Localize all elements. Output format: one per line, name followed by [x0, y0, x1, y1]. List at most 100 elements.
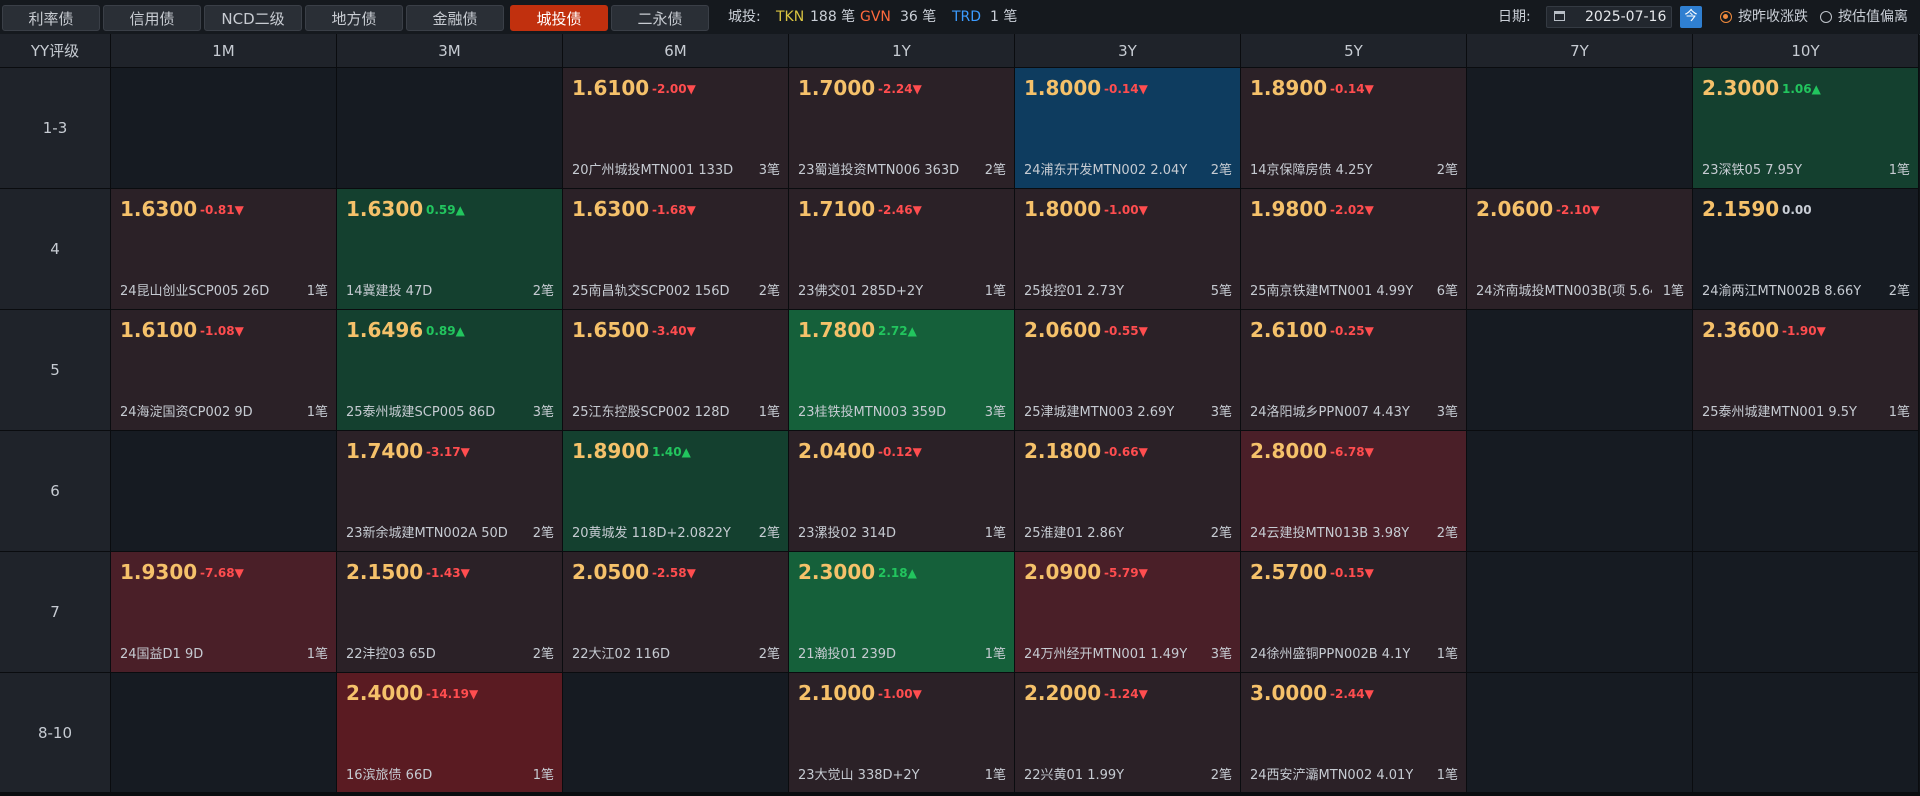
bond-name: 23深铁05 7.95Y	[1702, 163, 1803, 178]
bond-name: 21瀚投01 239D	[798, 647, 897, 662]
tab-3[interactable]: 地方债	[305, 5, 403, 31]
column-header[interactable]: 6M	[563, 34, 789, 68]
row-header: 7	[0, 552, 111, 673]
date-value: 2025-07-16	[1585, 9, 1667, 25]
quote-cell[interactable]: 1.6300 0.59▲ 14冀建投 47D 2笔	[337, 189, 563, 310]
quote-cell[interactable]: 1.7400 -3.17▼ 23新余城建MTN002A 50D 2笔	[337, 431, 563, 552]
column-header[interactable]: 5Y	[1241, 34, 1467, 68]
radio-prev-close-label[interactable]: 按昨收涨跌	[1738, 0, 1808, 34]
quote-cell[interactable]: 1.6100 -1.08▼ 24海淀国资CP002 9D 1笔	[111, 310, 337, 431]
empty-cell	[1467, 431, 1693, 552]
empty-cell	[1693, 431, 1919, 552]
column-header[interactable]: 1M	[111, 34, 337, 68]
trade-count: 3笔	[984, 405, 1006, 420]
quote-cell[interactable]: 1.6500 -3.40▼ 25江东控股SCP002 128D 1笔	[563, 310, 789, 431]
row-header: 6	[0, 431, 111, 552]
yield-value: 1.6100	[572, 76, 650, 100]
quote-cell[interactable]: 1.6300 -0.81▼ 24昆山创业SCP005 26D 1笔	[111, 189, 337, 310]
date-picker[interactable]: 2025-07-16	[1546, 6, 1672, 28]
quote-cell[interactable]: 2.6100 -0.25▼ 24洛阳城乡PPN007 4.43Y 3笔	[1241, 310, 1467, 431]
quote-cell[interactable]: 2.3000 1.06▲ 23深铁05 7.95Y 1笔	[1693, 68, 1919, 189]
tab-6[interactable]: 二永债	[611, 5, 709, 31]
trade-count: 1笔	[1436, 647, 1458, 662]
yield-value: 2.1800	[1024, 439, 1102, 463]
quote-cell[interactable]: 1.6496 0.89▲ 25泰州城建SCP005 86D 3笔	[337, 310, 563, 431]
quote-cell[interactable]: 2.0900 -5.79▼ 24万州经开MTN001 1.49Y 3笔	[1015, 552, 1241, 673]
quote-cell[interactable]: 2.4000 -14.19▼ 16滨旅债 66D 1笔	[337, 673, 563, 794]
filter-gvn-name[interactable]: GVN	[860, 0, 891, 34]
quote-cell[interactable]: 2.2000 -1.24▼ 22兴黄01 1.99Y 2笔	[1015, 673, 1241, 794]
trade-count: 2笔	[1210, 768, 1232, 783]
column-header[interactable]: 3Y	[1015, 34, 1241, 68]
filter-tkn-name[interactable]: TKN	[776, 0, 804, 34]
change-value: -2.58▼	[652, 566, 696, 580]
change-value: -0.25▼	[1330, 324, 1374, 338]
trade-count: 1笔	[306, 405, 328, 420]
quote-cell[interactable]: 2.0400 -0.12▼ 23漯投02 314D 1笔	[789, 431, 1015, 552]
quote-cell[interactable]: 2.5700 -0.15▼ 24徐州盛铜PPN002B 4.1Y 1笔	[1241, 552, 1467, 673]
trade-count: 2笔	[532, 284, 554, 299]
trade-count: 1笔	[1436, 768, 1458, 783]
quote-cell[interactable]: 2.0500 -2.58▼ 22大江02 116D 2笔	[563, 552, 789, 673]
quote-cell[interactable]: 2.1500 -1.43▼ 22沣控03 65D 2笔	[337, 552, 563, 673]
quote-cell[interactable]: 2.8000 -6.78▼ 24云建投MTN013B 3.98Y 2笔	[1241, 431, 1467, 552]
tab-1[interactable]: 信用债	[103, 5, 201, 31]
bond-name: 22沣控03 65D	[346, 647, 436, 662]
yield-value: 2.3000	[1702, 76, 1780, 100]
trade-count: 1笔	[1888, 163, 1910, 178]
quote-cell[interactable]: 1.7800 2.72▲ 23桂铁投MTN003 359D 3笔	[789, 310, 1015, 431]
change-value: -0.81▼	[200, 203, 244, 217]
radio-prev-close[interactable]	[1720, 11, 1732, 23]
yield-value: 1.7100	[798, 197, 876, 221]
quote-cell[interactable]: 1.8900 -0.14▼ 14京保障房债 4.25Y 2笔	[1241, 68, 1467, 189]
tab-5[interactable]: 城投债	[510, 5, 608, 31]
quote-cell[interactable]: 1.8900 1.40▲ 20黄城发 118D+2.0822Y 2笔	[563, 431, 789, 552]
yield-value: 1.6300	[346, 197, 424, 221]
filter-trd-name[interactable]: TRD	[952, 0, 981, 34]
change-value: 0.89▲	[426, 324, 465, 338]
quote-cell[interactable]: 3.0000 -2.44▼ 24西安浐灞MTN002 4.01Y 1笔	[1241, 673, 1467, 794]
quote-cell[interactable]: 1.6300 -1.68▼ 25南昌轨交SCP002 156D 2笔	[563, 189, 789, 310]
yield-value: 1.9300	[120, 560, 198, 584]
column-header[interactable]: 1Y	[789, 34, 1015, 68]
change-value: -1.24▼	[1104, 687, 1148, 701]
quote-cell[interactable]: 1.8000 -1.00▼ 25投控01 2.73Y 5笔	[1015, 189, 1241, 310]
tab-4[interactable]: 金融债	[406, 5, 504, 31]
quote-cell[interactable]: 2.0600 -0.55▼ 25津城建MTN003 2.69Y 3笔	[1015, 310, 1241, 431]
tab-0[interactable]: 利率债	[2, 5, 100, 31]
today-button[interactable]: 今	[1680, 6, 1702, 28]
quote-cell[interactable]: 1.9300 -7.68▼ 24国益D1 9D 1笔	[111, 552, 337, 673]
quote-cell[interactable]: 1.7000 -2.24▼ 23蜀道投资MTN006 363D 2笔	[789, 68, 1015, 189]
bond-name: 20广州城投MTN001 133D	[572, 163, 734, 178]
tab-2[interactable]: NCD二级	[204, 5, 302, 31]
radio-valuation-dev[interactable]	[1820, 11, 1832, 23]
column-header[interactable]: 7Y	[1467, 34, 1693, 68]
yield-value: 1.6300	[120, 197, 198, 221]
quote-cell[interactable]: 1.9800 -2.02▼ 25南京铁建MTN001 4.99Y 6笔	[1241, 189, 1467, 310]
quote-cell[interactable]: 2.3000 2.18▲ 21瀚投01 239D 1笔	[789, 552, 1015, 673]
trade-count: 1笔	[984, 768, 1006, 783]
trade-count: 5笔	[1210, 284, 1232, 299]
radio-valuation-dev-label[interactable]: 按估值偏离	[1838, 0, 1908, 34]
quote-cell[interactable]: 1.7100 -2.46▼ 23佛交01 285D+2Y 1笔	[789, 189, 1015, 310]
change-value: -0.14▼	[1104, 82, 1148, 96]
quote-cell[interactable]: 1.8000 -0.14▼ 24浦东开发MTN002 2.04Y 2笔	[1015, 68, 1241, 189]
quote-cell[interactable]: 1.6100 -2.00▼ 20广州城投MTN001 133D 3笔	[563, 68, 789, 189]
trade-count: 1笔	[1888, 405, 1910, 420]
bond-name: 22兴黄01 1.99Y	[1024, 768, 1125, 783]
change-value: -1.68▼	[652, 203, 696, 217]
trade-count: 2笔	[758, 526, 780, 541]
quote-cell[interactable]: 2.1800 -0.66▼ 25淮建01 2.86Y 2笔	[1015, 431, 1241, 552]
trade-count: 1笔	[984, 647, 1006, 662]
bond-name: 14冀建投 47D	[346, 284, 433, 299]
quote-cell[interactable]: 2.1000 -1.00▼ 23大觉山 338D+2Y 1笔	[789, 673, 1015, 794]
trade-count: 2笔	[1888, 284, 1910, 299]
quote-cell[interactable]: 2.1590 0.00 24渝两江MTN002B 8.66Y 2笔	[1693, 189, 1919, 310]
column-header[interactable]: 3M	[337, 34, 563, 68]
yield-value: 2.4000	[346, 681, 424, 705]
quote-cell[interactable]: 2.0600 -2.10▼ 24济南城投MTN003B(项 5.64Y 1笔	[1467, 189, 1693, 310]
quote-cell[interactable]: 2.3600 -1.90▼ 25泰州城建MTN001 9.5Y 1笔	[1693, 310, 1919, 431]
calendar-icon[interactable]	[1554, 11, 1565, 21]
yield-value: 2.3000	[798, 560, 876, 584]
column-header[interactable]: 10Y	[1693, 34, 1919, 68]
